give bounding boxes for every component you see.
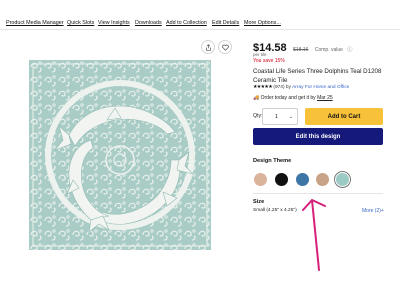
quantity-select[interactable]: 1 ⌄ xyxy=(262,108,298,125)
product-title: Coastal Life Series Three Dolphins Teal … xyxy=(253,68,382,84)
savings-text: You save 15% xyxy=(253,58,285,64)
quantity-value: 1 xyxy=(275,114,279,120)
price-row: $14.58 $18.16 Comp. value ⓘ xyxy=(253,38,352,56)
delivery-row: 🚚 Order today and get it by Mar 25 xyxy=(253,95,333,101)
add-to-cart-button[interactable]: Add to Cart xyxy=(305,108,383,125)
swatch-peach[interactable] xyxy=(254,173,267,186)
nav-view-insights[interactable]: View Insights xyxy=(98,20,130,26)
product-image-area xyxy=(6,38,246,263)
share-button[interactable] xyxy=(201,40,215,54)
nav-product-media-manager[interactable]: Product Media Manager xyxy=(6,20,64,26)
truck-icon: 🚚 xyxy=(253,95,260,101)
size-value: Small (4.25" x 4.25") xyxy=(253,208,297,213)
by-label: by xyxy=(285,85,291,90)
chevron-down-icon: ⌄ xyxy=(288,114,293,120)
design-theme-label: Design Theme xyxy=(253,158,292,164)
dolphin-tile-artwork xyxy=(29,60,211,250)
per-tile-label: per tile xyxy=(253,52,267,57)
old-price: $18.16 xyxy=(293,47,309,53)
seller-link[interactable]: Array For Home and Office xyxy=(292,85,349,90)
size-label: Size xyxy=(253,199,265,205)
tile-image[interactable] xyxy=(29,60,211,250)
more-sizes-link[interactable]: More (2)+ xyxy=(362,208,384,214)
swatch-black[interactable] xyxy=(275,173,288,186)
swatch-blue[interactable] xyxy=(296,173,309,186)
top-nav: Product Media Manager Quick Slots View I… xyxy=(0,0,400,30)
nav-quick-slots[interactable]: Quick Slots xyxy=(67,20,94,26)
review-count[interactable]: (974) xyxy=(273,85,284,90)
delivery-text: Order today and get it by xyxy=(260,95,316,101)
nav-more-options[interactable]: More Options... xyxy=(244,20,281,26)
edit-design-button[interactable]: Edit this design xyxy=(253,128,383,145)
nav-add-to-collection[interactable]: Add to Collection xyxy=(166,20,207,26)
heart-icon xyxy=(221,44,229,51)
swatch-tan[interactable] xyxy=(316,173,329,186)
comp-value-label: Comp. value xyxy=(314,47,343,53)
favorite-button[interactable] xyxy=(218,40,232,54)
nav-edit-details[interactable]: Edit Details xyxy=(212,20,239,26)
info-icon[interactable]: ⓘ xyxy=(347,47,352,53)
delivery-date[interactable]: Mar 25 xyxy=(317,95,333,101)
share-icon xyxy=(205,43,211,51)
swatch-seafoam[interactable] xyxy=(336,173,349,186)
divider xyxy=(253,193,383,194)
annotation-arrow xyxy=(302,199,326,271)
nav-downloads[interactable]: Downloads xyxy=(135,20,162,26)
rating-row: ★★★★★ (974) by Array For Home and Office xyxy=(253,85,349,90)
star-rating: ★★★★★ xyxy=(253,85,273,90)
